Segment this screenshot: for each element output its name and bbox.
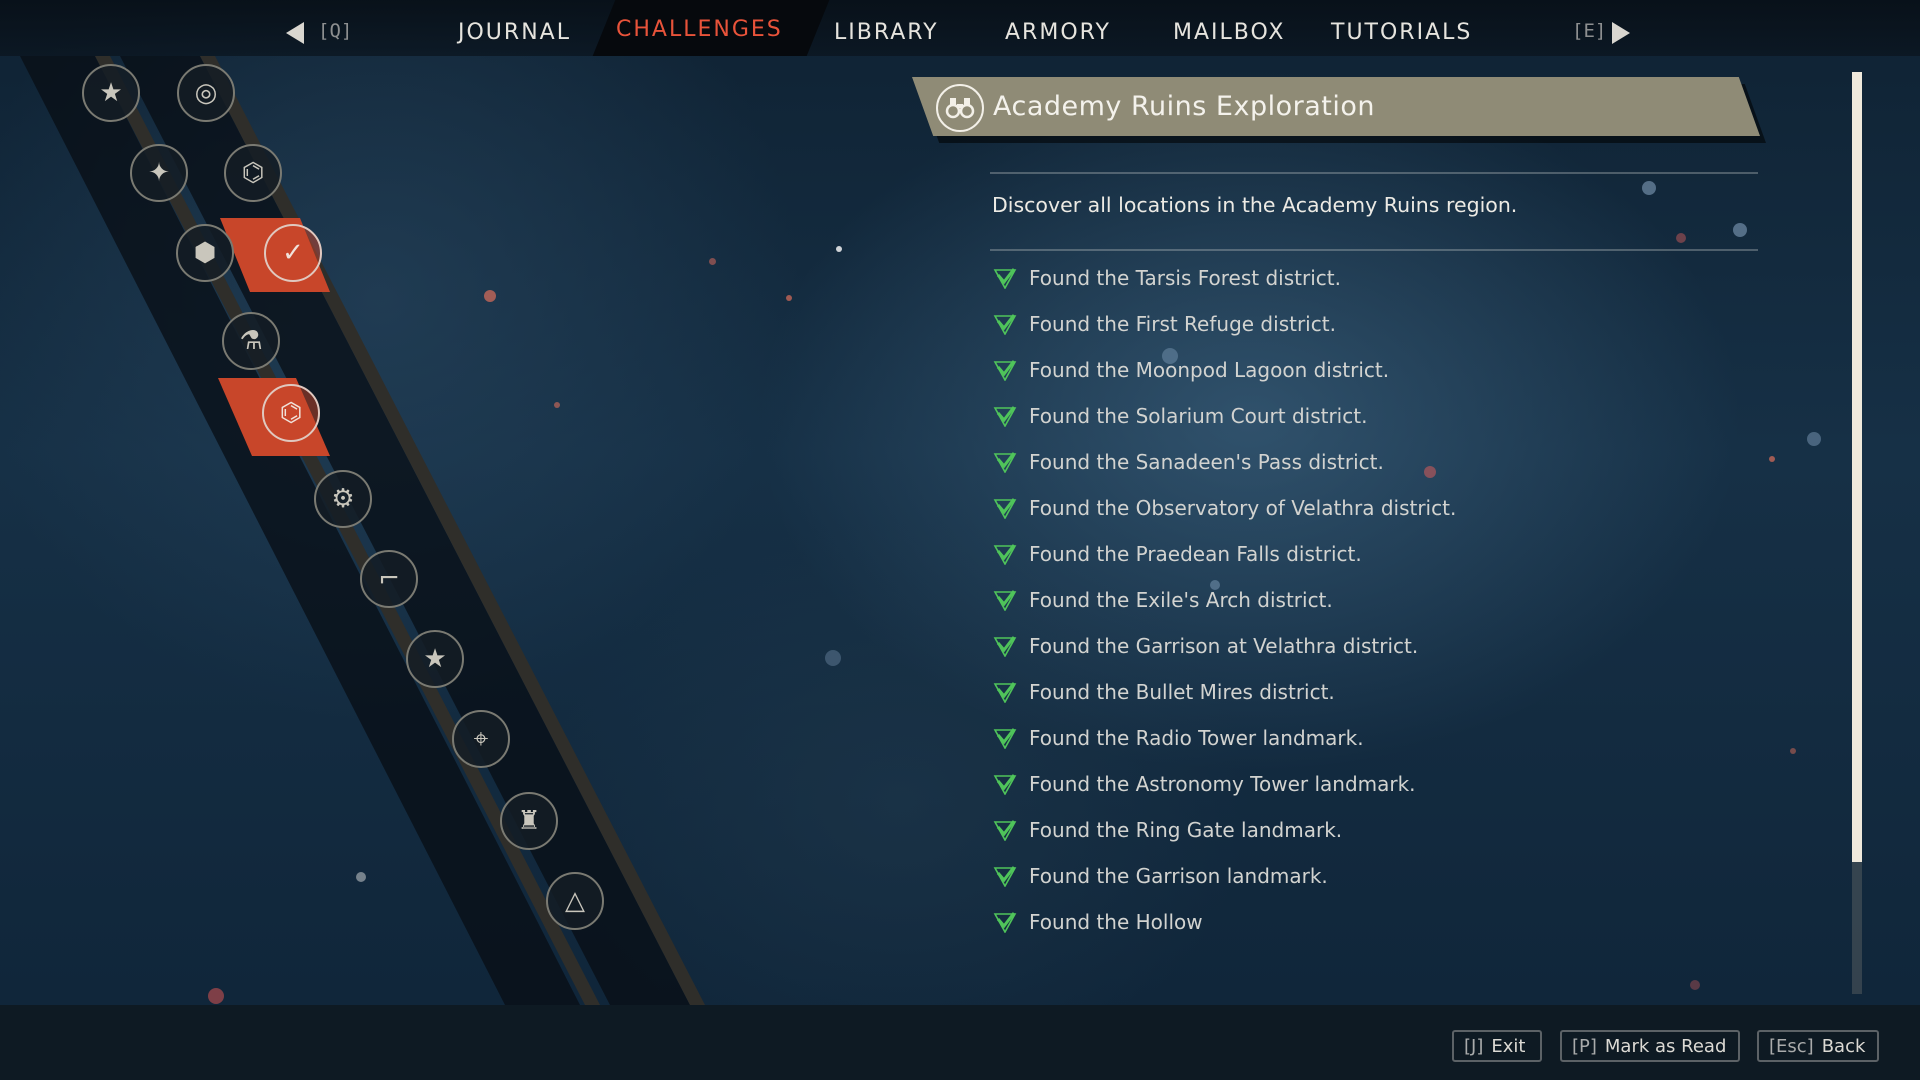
objective-text: Found the Garrison at Velathra district. [1029, 634, 1419, 658]
flask-icon[interactable]: ⚗ [222, 312, 280, 370]
particle-dot [1807, 432, 1821, 446]
objective-item: Found the Tarsis Forest district. [993, 263, 1341, 293]
checkmark-icon [993, 542, 1017, 566]
objective-text: Found the Moonpod Lagoon district. [1029, 358, 1390, 382]
objective-text: Found the Garrison landmark. [1029, 864, 1328, 888]
particle-dot [1424, 466, 1436, 478]
objective-text: Found the Sanadeen's Pass district. [1029, 450, 1384, 474]
tab-mailbox[interactable]: MAILBOX [1173, 20, 1285, 45]
prev-tab-key: [Q] [318, 20, 353, 42]
checkmark-icon [993, 634, 1017, 658]
sidebar-diagonal-frame [20, 56, 705, 1005]
mountain-icon[interactable]: △ [546, 872, 604, 930]
checkmark-icon [993, 726, 1017, 750]
checkmark-icon [993, 450, 1017, 474]
objective-text: Found the First Refuge district. [1029, 312, 1336, 336]
objective-text: Found the Ring Gate landmark. [1029, 818, 1343, 842]
checkmark-icon [993, 818, 1017, 842]
crosshair-icon[interactable]: ⌖ [452, 710, 510, 768]
objective-item: Found the Solarium Court district. [993, 401, 1367, 431]
objective-item: Found the Hollow [993, 907, 1203, 937]
checkmark-icon [993, 772, 1017, 796]
next-tab-key: [E] [1572, 20, 1607, 42]
binoculars-icon[interactable]: ⌬ [262, 384, 320, 442]
objective-item: Found the Moonpod Lagoon district. [993, 355, 1389, 385]
objective-item: Found the Radio Tower landmark. [993, 723, 1364, 753]
checkmark-icon [993, 404, 1017, 428]
objective-text: Found the Praedean Falls district. [1029, 542, 1362, 566]
particle-dot [836, 246, 842, 252]
next-tab-arrow-icon[interactable] [1612, 22, 1630, 44]
objective-item: Found the Garrison at Velathra district. [993, 631, 1418, 661]
checkmark-icon [993, 680, 1017, 704]
tab-library[interactable]: LIBRARY [834, 20, 939, 45]
divider-bottom [990, 249, 1758, 251]
objective-text: Found the Tarsis Forest district. [1029, 266, 1341, 290]
binoculars-icon[interactable]: ⌬ [224, 144, 282, 202]
prev-tab-arrow-icon[interactable] [286, 22, 304, 44]
challenge-description: Discover all locations in the Academy Ru… [992, 193, 1518, 217]
scrollbar-thumb[interactable] [1852, 72, 1862, 862]
checkmark-icon [993, 496, 1017, 520]
star-hexagon-icon[interactable]: ★ [82, 64, 140, 122]
star-icon[interactable]: ★ [406, 630, 464, 688]
checkmark-icon [993, 864, 1017, 888]
particle-dot [1769, 456, 1775, 462]
objective-item: Found the Bullet Mires district. [993, 677, 1335, 707]
tab-armory[interactable]: ARMORY [1005, 20, 1111, 45]
mark-as-read-label: Mark as Read [1604, 1035, 1727, 1057]
tab-challenges[interactable]: CHALLENGES [616, 17, 783, 42]
tab-tutorials[interactable]: TUTORIALS [1331, 20, 1472, 45]
checkmark-icon [993, 266, 1017, 290]
particle-dot [1733, 223, 1747, 237]
gun-icon[interactable]: ⌐ [360, 550, 418, 608]
objective-text: Found the Astronomy Tower landmark. [1029, 772, 1416, 796]
particle-dot [1790, 748, 1796, 754]
back-label: Back [1821, 1035, 1866, 1057]
exit-label: Exit [1491, 1035, 1526, 1057]
challenge-title: Academy Ruins Exploration [993, 91, 1375, 122]
exit-key: [J] [1464, 1035, 1484, 1057]
checkmark-icon[interactable]: ✓ [264, 224, 322, 282]
top-navigation: [Q] JOURNAL CHALLENGES LIBRARY ARMORY MA… [0, 0, 1920, 56]
objective-text: Found the Bullet Mires district. [1029, 680, 1335, 704]
objective-text: Found the Solarium Court district. [1029, 404, 1368, 428]
objective-item: Found the First Refuge district. [993, 309, 1336, 339]
checkmark-icon [993, 312, 1017, 336]
compass-star-icon[interactable]: ✦ [130, 144, 188, 202]
objective-item: Found the Astronomy Tower landmark. [993, 769, 1416, 799]
objective-text: Found the Observatory of Velathra distri… [1029, 496, 1457, 520]
particle-dot [1642, 181, 1656, 195]
binoculars-icon [936, 84, 984, 132]
tab-journal[interactable]: JOURNAL [458, 20, 571, 45]
divider-top [990, 172, 1758, 174]
checkmark-icon [993, 358, 1017, 382]
particle-dot [1690, 980, 1700, 990]
objective-text: Found the Radio Tower landmark. [1029, 726, 1364, 750]
objective-item: Found the Praedean Falls district. [993, 539, 1362, 569]
objective-item: Found the Sanadeen's Pass district. [993, 447, 1384, 477]
triple-circle-icon[interactable]: ◎ [177, 64, 235, 122]
gear-icon[interactable]: ⚙ [314, 470, 372, 528]
particle-dot [825, 650, 841, 666]
particle-dot [1676, 233, 1686, 243]
mark-as-read-key: [P] [1572, 1035, 1597, 1057]
soldier-icon[interactable]: ♜ [500, 792, 558, 850]
hexagons-icon[interactable]: ⬢ [176, 224, 234, 282]
mark-as-read-button[interactable]: [P] Mark as Read [1560, 1030, 1740, 1062]
objective-text: Found the Hollow [1029, 910, 1203, 934]
exit-button[interactable]: [J] Exit [1452, 1030, 1542, 1062]
objective-item: Found the Ring Gate landmark. [993, 815, 1342, 845]
back-button[interactable]: [Esc] Back [1757, 1030, 1879, 1062]
objective-item: Found the Observatory of Velathra distri… [993, 493, 1456, 523]
objective-item: Found the Garrison landmark. [993, 861, 1328, 891]
objective-item: Found the Exile's Arch district. [993, 585, 1333, 615]
objective-text: Found the Exile's Arch district. [1029, 588, 1333, 612]
back-key: [Esc] [1769, 1035, 1814, 1057]
checkmark-icon [993, 910, 1017, 934]
checkmark-icon [993, 588, 1017, 612]
